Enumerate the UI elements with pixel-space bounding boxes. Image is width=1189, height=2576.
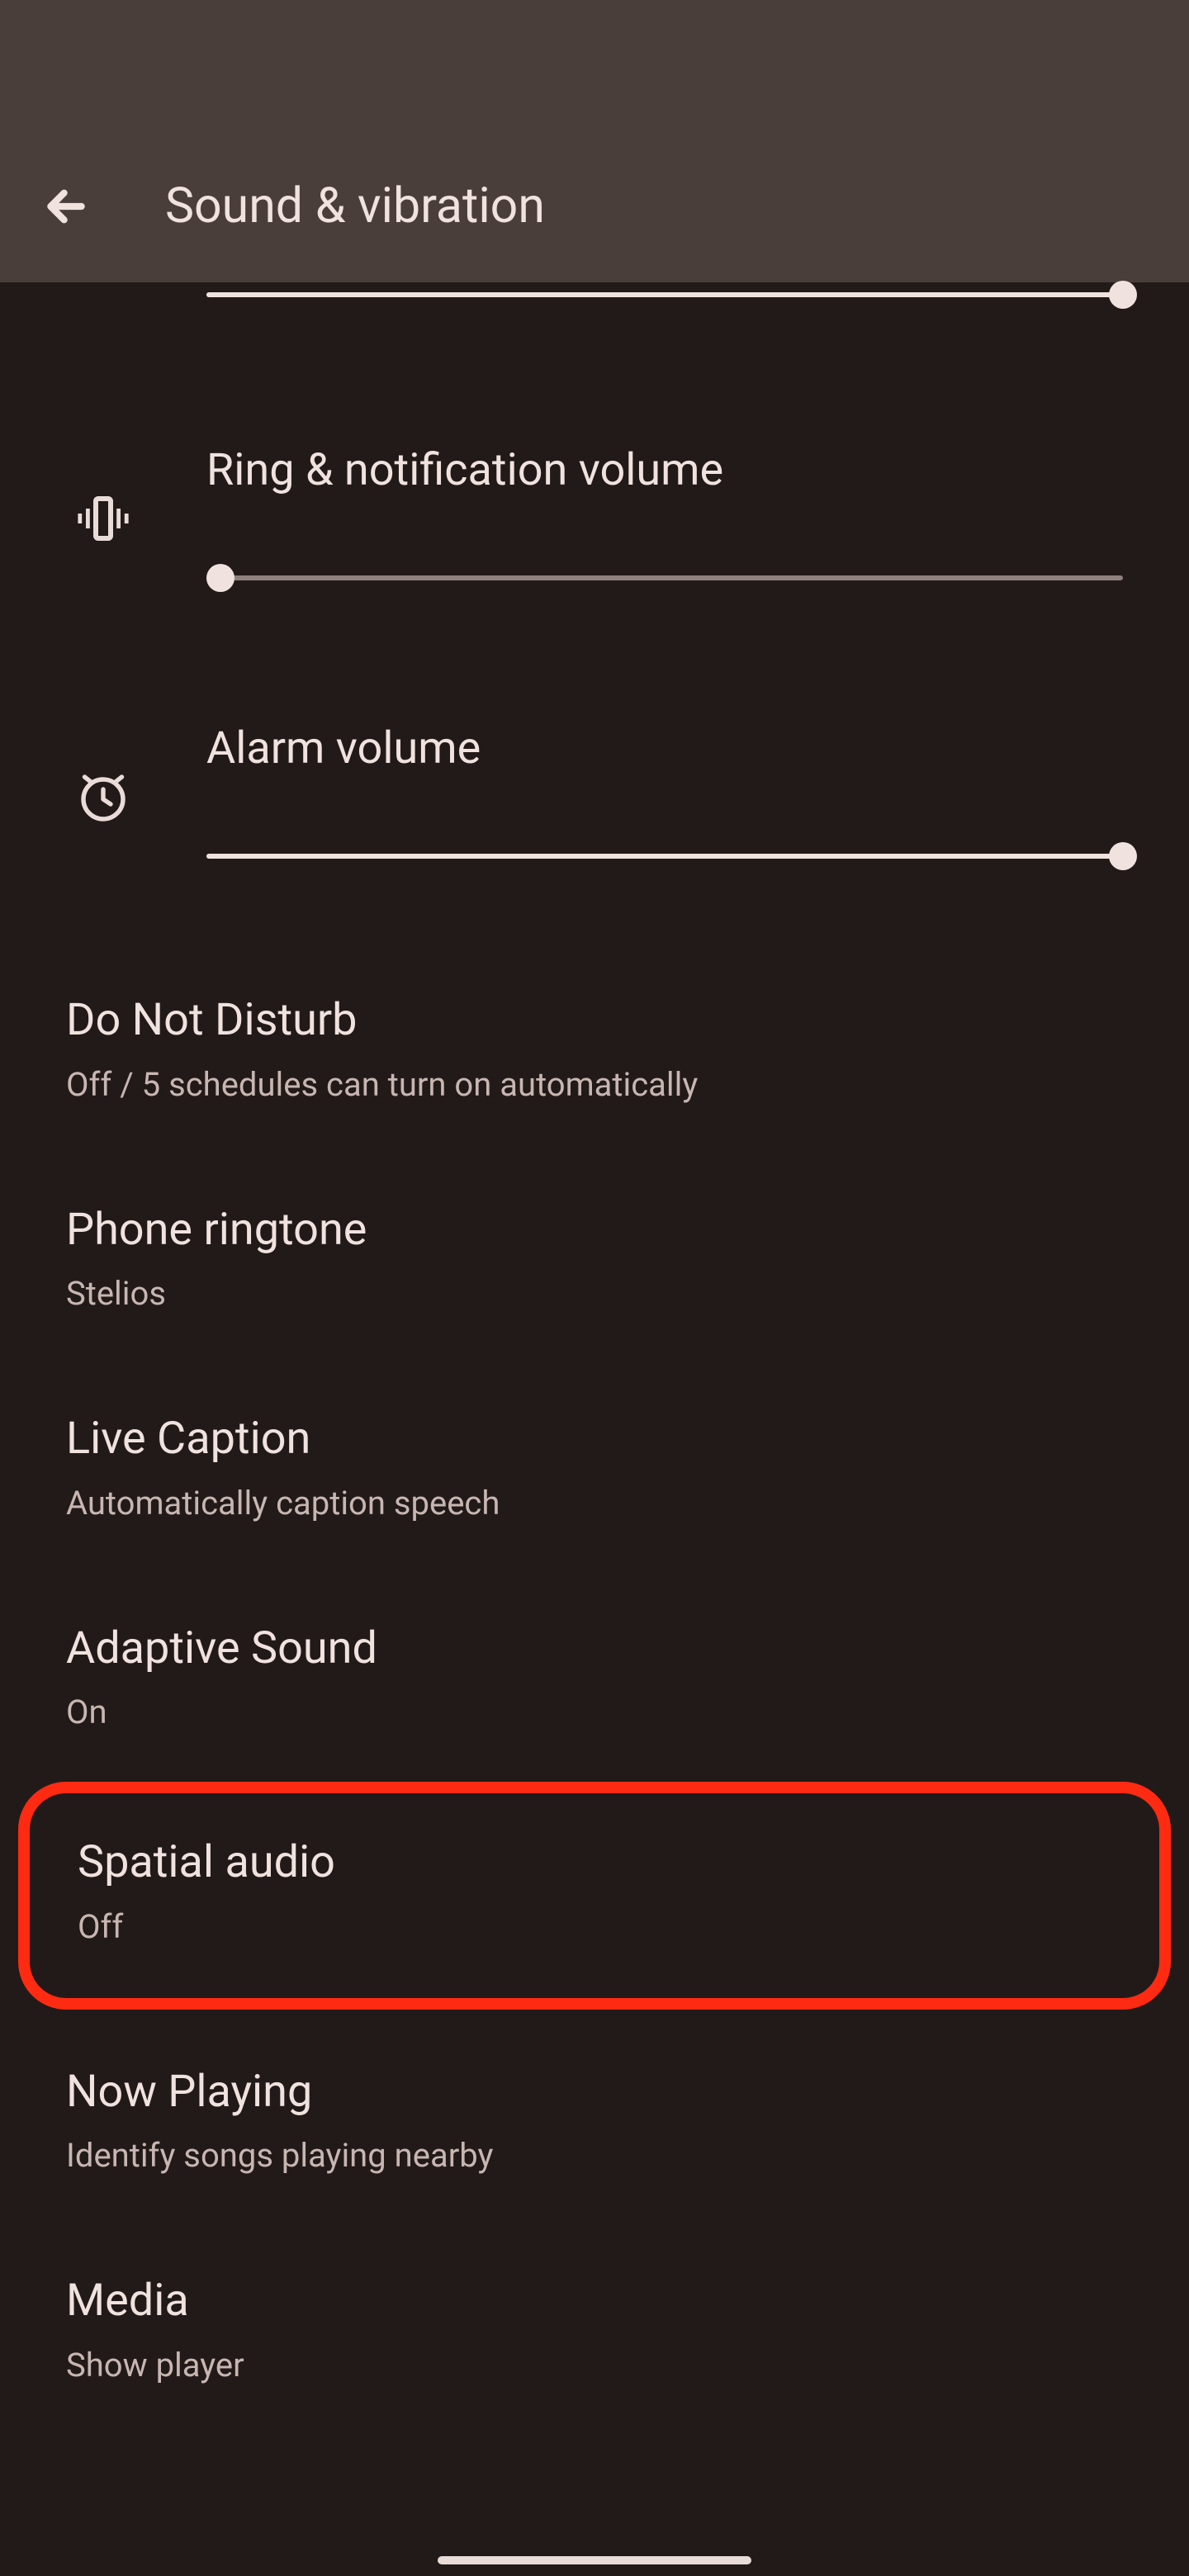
- ring-volume-slider[interactable]: [206, 564, 1123, 592]
- slider-label: Alarm volume: [206, 722, 1123, 774]
- slider-thumb[interactable]: [1109, 842, 1137, 870]
- alarm-volume-slider[interactable]: [206, 842, 1123, 870]
- media-volume-slider[interactable]: [0, 282, 1189, 353]
- media-item[interactable]: Media Show player: [0, 2225, 1189, 2435]
- item-subtitle: Off / 5 schedules can turn on automatica…: [66, 1063, 1123, 1106]
- item-title: Live Caption: [66, 1411, 1123, 1467]
- item-subtitle: Automatically caption speech: [66, 1482, 1123, 1525]
- item-subtitle: Identify songs playing nearby: [66, 2134, 1123, 2177]
- item-title: Media: [66, 2273, 1123, 2329]
- do-not-disturb-item[interactable]: Do Not Disturb Off / 5 schedules can tur…: [0, 945, 1189, 1154]
- item-subtitle: Stelios: [66, 1272, 1123, 1315]
- item-title: Spatial audio: [78, 1835, 1111, 1891]
- item-title: Adaptive Sound: [66, 1621, 1123, 1677]
- now-playing-item[interactable]: Now Playing Identify songs playing nearb…: [0, 2016, 1189, 2226]
- item-subtitle: On: [66, 1691, 1123, 1734]
- page-title: Sound & vibration: [165, 178, 545, 234]
- vibrate-icon: [66, 489, 140, 548]
- slider-thumb[interactable]: [206, 564, 234, 592]
- slider-thumb[interactable]: [1109, 281, 1137, 309]
- slider-fill: [206, 292, 1123, 297]
- slider-label: Ring & notification volume: [206, 444, 1123, 496]
- item-title: Now Playing: [66, 2064, 1123, 2120]
- phone-ringtone-item[interactable]: Phone ringtone Stelios: [0, 1154, 1189, 1364]
- settings-list: Ring & notification volume Alarm volume …: [0, 282, 1189, 2435]
- spatial-audio-item[interactable]: Spatial audio Off: [18, 1782, 1171, 2010]
- alarm-volume-row: Alarm volume: [0, 689, 1189, 903]
- item-subtitle: Off: [78, 1906, 1111, 1949]
- app-header: Sound & vibration: [0, 0, 1189, 282]
- slider-fill: [206, 854, 1123, 859]
- item-title: Phone ringtone: [66, 1202, 1123, 1258]
- item-title: Do Not Disturb: [66, 992, 1123, 1049]
- live-caption-item[interactable]: Live Caption Automatically caption speec…: [0, 1363, 1189, 1573]
- gesture-nav-bar[interactable]: [438, 2556, 751, 2564]
- item-subtitle: Show player: [66, 2344, 1123, 2387]
- back-button[interactable]: [41, 182, 91, 231]
- ring-notification-volume-row: Ring & notification volume: [0, 411, 1189, 625]
- adaptive-sound-item[interactable]: Adaptive Sound On: [0, 1573, 1189, 1783]
- arrow-left-icon: [43, 183, 89, 230]
- slider-track: [206, 575, 1123, 580]
- alarm-icon: [66, 767, 140, 826]
